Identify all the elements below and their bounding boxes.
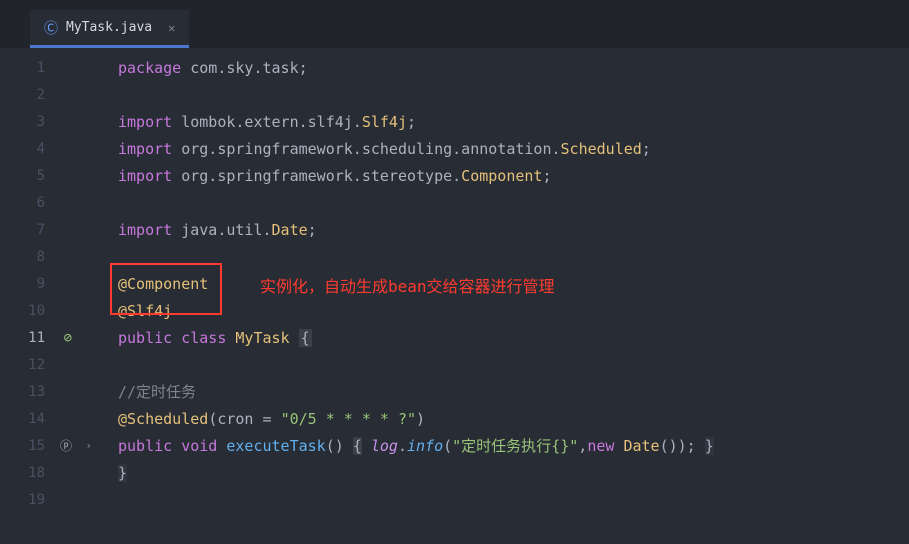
line-number: 11 <box>28 330 45 346</box>
run-icon[interactable]: ⓟ <box>60 437 72 454</box>
code-line[interactable] <box>100 351 909 378</box>
line-number: 4 <box>37 141 45 157</box>
line-number: 1 <box>37 60 45 76</box>
editor[interactable]: 1 2 3 4 5 6 7 8 9 10 11 ⊘ 12 13 14 15 ⓟ … <box>0 48 909 544</box>
line-number: 14 <box>28 411 45 427</box>
line-number: 12 <box>28 357 45 373</box>
code-line[interactable]: @Scheduled(cron = "0/5 * * * * ?") <box>100 405 909 432</box>
no-entry-icon[interactable]: ⊘ <box>64 330 72 346</box>
tab-bar: Ⓒ MyTask.java ✕ <box>0 10 909 48</box>
file-tab[interactable]: Ⓒ MyTask.java ✕ <box>30 10 189 48</box>
code-line[interactable]: package com.sky.task; <box>100 54 909 81</box>
line-number: 7 <box>37 222 45 238</box>
code-line[interactable]: import java.util.Date; <box>100 216 909 243</box>
fold-expand-icon[interactable]: › <box>85 439 92 452</box>
line-number: 8 <box>37 249 45 265</box>
line-number: 9 <box>37 276 45 292</box>
code-line[interactable] <box>100 81 909 108</box>
close-icon[interactable]: ✕ <box>168 21 175 35</box>
line-number: 3 <box>37 114 45 130</box>
line-number: 2 <box>37 87 45 103</box>
code-line[interactable]: //定时任务 <box>100 378 909 405</box>
code-line[interactable]: @Slf4j <box>100 297 909 324</box>
line-number: 18 <box>28 465 45 481</box>
code-line[interactable]: public class MyTask { <box>100 324 909 351</box>
java-class-icon: Ⓒ <box>44 18 58 38</box>
code-line[interactable]: import org.springframework.stereotype.Co… <box>100 162 909 189</box>
line-number: 15 <box>28 438 45 454</box>
code-line[interactable] <box>100 189 909 216</box>
top-spacer <box>0 0 909 10</box>
code-line[interactable]: import lombok.extern.slf4j.Slf4j; <box>100 108 909 135</box>
line-number: 10 <box>28 303 45 319</box>
code-line[interactable] <box>100 486 909 513</box>
line-number: 19 <box>28 492 45 508</box>
line-number: 6 <box>37 195 45 211</box>
code-line[interactable]: } <box>100 459 909 486</box>
gutter: 1 2 3 4 5 6 7 8 9 10 11 ⊘ 12 13 14 15 ⓟ … <box>0 48 100 544</box>
code-line[interactable]: public void executeTask() { log.info("定时… <box>100 432 909 459</box>
tab-filename: MyTask.java <box>66 20 152 35</box>
code-line[interactable]: @Component <box>100 270 909 297</box>
line-number: 5 <box>37 168 45 184</box>
code-line[interactable]: import org.springframework.scheduling.an… <box>100 135 909 162</box>
code-area[interactable]: package com.sky.task; import lombok.exte… <box>100 48 909 544</box>
code-line[interactable] <box>100 243 909 270</box>
line-number: 13 <box>28 384 45 400</box>
